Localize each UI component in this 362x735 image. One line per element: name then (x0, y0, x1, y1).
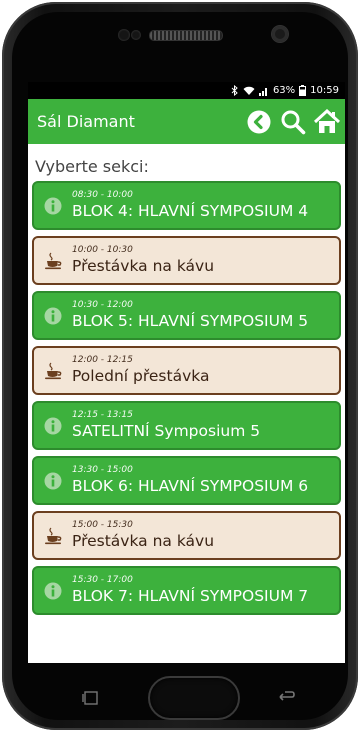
item-time: 12:15 - 13:15 (72, 410, 133, 421)
item-time: 15:30 - 17:00 (72, 575, 133, 586)
proximity-sensor (118, 29, 130, 41)
list-item[interactable]: 10:30 - 12:00 BLOK 5: HLAVNÍ SYMPOSIUM 5 (32, 291, 341, 340)
item-time: 08:30 - 10:00 (72, 190, 133, 201)
info-icon (44, 307, 72, 325)
item-label: SATELITNÍ Symposium 5 (72, 421, 261, 440)
recent-apps-icon (82, 691, 98, 705)
section-heading: Vyberte sekci: (35, 157, 149, 176)
item-label: Přestávka na kávu (72, 256, 215, 275)
earpiece-speaker (149, 30, 223, 41)
list-item[interactable]: 13:30 - 15:00 BLOK 6: HLAVNÍ SYMPOSIUM 6 (32, 456, 341, 505)
app-bar: Sál Diamant (28, 99, 345, 144)
back-button[interactable] (243, 106, 275, 138)
item-time: 13:30 - 15:00 (72, 465, 133, 476)
wifi-icon (243, 86, 255, 96)
search-button[interactable] (277, 106, 309, 138)
item-time: 10:30 - 12:00 (72, 300, 133, 311)
info-icon (44, 472, 72, 490)
coffee-cup-icon (44, 362, 72, 380)
front-camera (272, 26, 288, 42)
item-time: 15:00 - 15:30 (72, 520, 133, 531)
item-label: BLOK 4: HLAVNÍ SYMPOSIUM 4 (72, 201, 309, 220)
back-arrow-icon (279, 691, 295, 701)
coffee-cup-icon (44, 527, 72, 545)
signal-icon (258, 86, 269, 96)
light-sensor (131, 30, 141, 40)
recent-apps-button[interactable] (82, 690, 100, 705)
clock: 10:59 (310, 85, 339, 96)
list-item[interactable]: 15:00 - 15:30 Přestávka na kávu (32, 511, 341, 560)
app-screen: 63% 10:59 Sál Diamant Vyberte sekci: 08:… (28, 82, 345, 663)
section-list: 08:30 - 10:00 BLOK 4: HLAVNÍ SYMPOSIUM 4… (32, 181, 341, 615)
list-item[interactable]: 10:00 - 10:30 Přestávka na kávu (32, 236, 341, 285)
chevron-left-circle-icon (247, 110, 271, 133)
list-item[interactable]: 08:30 - 10:00 BLOK 4: HLAVNÍ SYMPOSIUM 4 (32, 181, 341, 230)
item-label: Polední přestávka (72, 366, 210, 385)
home-button[interactable] (311, 106, 343, 138)
search-icon (281, 110, 306, 134)
item-time: 10:00 - 10:30 (72, 245, 133, 256)
page-title: Sál Diamant (37, 112, 135, 131)
list-item[interactable]: 15:30 - 17:00 BLOK 7: HLAVNÍ SYMPOSIUM 7 (32, 566, 341, 615)
list-item[interactable]: 12:15 - 13:15 SATELITNÍ Symposium 5 (32, 401, 341, 450)
bluetooth-icon (231, 85, 239, 96)
info-icon (44, 417, 72, 435)
info-icon (44, 197, 72, 215)
item-label: BLOK 6: HLAVNÍ SYMPOSIUM 6 (72, 476, 309, 495)
item-label: Přestávka na kávu (72, 531, 215, 550)
item-time: 12:00 - 12:15 (72, 355, 133, 366)
list-item[interactable]: 12:00 - 12:15 Polední přestávka (32, 346, 341, 395)
hardware-home-button[interactable] (148, 676, 240, 720)
hardware-back-button[interactable] (276, 688, 296, 704)
battery-icon (299, 85, 307, 96)
status-bar: 63% 10:59 (28, 82, 345, 99)
coffee-cup-icon (44, 252, 72, 270)
battery-percent: 63% (272, 85, 296, 96)
info-icon (44, 582, 72, 600)
content-area: Vyberte sekci: 08:30 - 10:00 BLOK 4: HLA… (28, 144, 345, 615)
home-icon (313, 108, 341, 133)
item-label: BLOK 5: HLAVNÍ SYMPOSIUM 5 (72, 311, 309, 330)
item-label: BLOK 7: HLAVNÍ SYMPOSIUM 7 (72, 586, 309, 605)
